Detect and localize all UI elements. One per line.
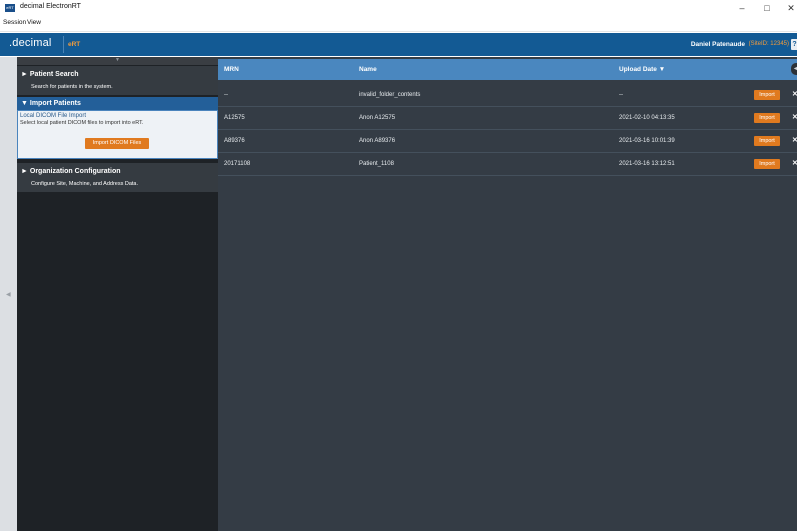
column-header-name[interactable]: Name [359, 66, 377, 73]
expand-arrow-icon: ► [21, 71, 28, 78]
patient-search-description: Search for patients in the system. [31, 84, 113, 90]
right-panel-toggle[interactable]: ◀ [791, 63, 797, 75]
decimal-logo[interactable]: .decimal [9, 37, 52, 49]
row-upload-date: -- [619, 92, 623, 98]
row-close-icon[interactable]: ✕ [792, 136, 797, 144]
row-close-icon[interactable]: ✕ [792, 113, 797, 121]
logo-divider [63, 36, 64, 53]
row-close-icon[interactable]: ✕ [792, 159, 797, 167]
table-header: MRN Name Upload Date ▼ ◀ [218, 59, 797, 80]
row-import-button[interactable]: Import [754, 136, 780, 146]
window-titlebar: eRT decimal ElectronRT – □ ✕ [0, 0, 797, 16]
section-title-label: Import Patients [29, 100, 81, 107]
sidebar-item-patient-search[interactable]: ► Patient Search Search for patients in … [17, 66, 218, 95]
maximize-button[interactable]: □ [760, 2, 774, 14]
app-header: .decimal eRT Daniel Patenaude (SiteID: 1… [0, 33, 797, 56]
user-name[interactable]: Daniel Patenaude [691, 41, 745, 48]
row-upload-date: 2021-03-16 10:01:39 [619, 138, 675, 144]
import-dicom-files-button[interactable]: Import DICOM Files [85, 138, 149, 149]
menu-view[interactable]: View [27, 19, 41, 26]
collapse-arrow-icon: ▼ [21, 100, 28, 107]
row-name: invalid_folder_contents [359, 92, 421, 98]
expand-left-icon[interactable]: ◀ [6, 291, 11, 298]
sidebar: ◀ ▼ ► Patient Search Search for patients… [0, 57, 218, 531]
patient-search-title: ► Patient Search [21, 71, 79, 78]
app-icon: eRT [5, 4, 15, 12]
expand-arrow-icon: ► [21, 168, 28, 175]
row-import-button[interactable]: Import [754, 159, 780, 169]
row-mrn: A12575 [224, 115, 245, 121]
section-title-label: Organization Configuration [29, 168, 121, 175]
row-import-button[interactable]: Import [754, 90, 780, 100]
menu-session[interactable]: Session [3, 19, 26, 26]
app-tag: eRT [68, 41, 81, 48]
sidebar-panel: ▼ ► Patient Search Search for patients i… [17, 57, 218, 531]
close-button[interactable]: ✕ [784, 2, 797, 14]
row-import-button[interactable]: Import [754, 113, 780, 123]
menu-bar: Session View [0, 16, 797, 32]
sidebar-toggle-strip[interactable]: ◀ [0, 57, 17, 531]
help-button[interactable]: ? [791, 39, 797, 50]
minimize-button[interactable]: – [735, 2, 749, 14]
organization-configuration-title: ► Organization Configuration [21, 168, 121, 175]
site-id: (SiteID: 12345) [748, 41, 789, 47]
row-name: Anon A89376 [359, 138, 396, 144]
row-mrn: 20171108 [224, 161, 251, 167]
row-upload-date: 2021-03-16 13:12:51 [619, 161, 675, 167]
table-row[interactable]: A12575 Anon A12575 2021-02-10 04:13:35 I… [218, 107, 797, 130]
row-mrn: -- [224, 92, 228, 98]
table-row[interactable]: A89376 Anon A89376 2021-03-16 10:01:39 I… [218, 130, 797, 153]
row-upload-date: 2021-02-10 04:13:35 [619, 115, 675, 121]
import-patients-title: ▼ Import Patients [21, 100, 81, 107]
window-title: decimal ElectronRT [20, 3, 81, 10]
sidebar-item-organization-configuration[interactable]: ► Organization Configuration Configure S… [17, 163, 218, 192]
patient-import-table: MRN Name Upload Date ▼ ◀ -- invalid_fold… [218, 57, 797, 531]
row-mrn: A89376 [224, 138, 245, 144]
table-row[interactable]: 20171108 Patient_1108 2021-03-16 13:12:5… [218, 153, 797, 176]
collapse-handle[interactable]: ▼ [17, 57, 218, 65]
row-name: Anon A12575 [359, 115, 396, 121]
column-header-mrn[interactable]: MRN [224, 66, 239, 73]
sidebar-item-import-patients[interactable]: ▼ Import Patients [17, 97, 218, 110]
local-dicom-import-title: Local DICOM File Import [20, 113, 87, 119]
column-header-upload-date[interactable]: Upload Date ▼ [619, 66, 665, 73]
organization-configuration-description: Configure Site, Machine, and Address Dat… [31, 181, 139, 187]
section-title-label: Patient Search [29, 71, 79, 78]
row-name: Patient_1108 [359, 161, 394, 167]
import-patients-panel: Local DICOM File Import Select local pat… [17, 110, 218, 159]
local-dicom-import-description: Select local patient DICOM files to impo… [20, 120, 144, 126]
row-close-icon[interactable]: ✕ [792, 90, 797, 98]
table-row[interactable]: -- invalid_folder_contents -- Import ✕ [218, 84, 797, 107]
